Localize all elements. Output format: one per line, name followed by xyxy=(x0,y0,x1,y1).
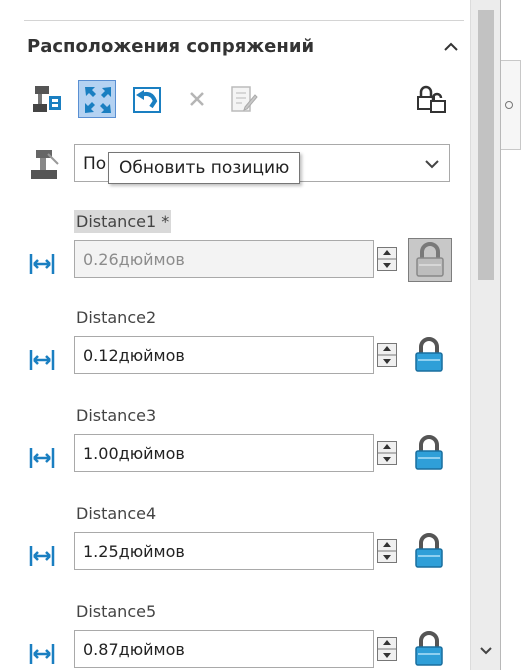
value-spinner[interactable] xyxy=(377,247,397,271)
vertical-scrollbar[interactable] xyxy=(470,0,500,670)
mate-positions-panel: Расположения сопряжений По Обновить пози… xyxy=(0,0,470,670)
value-spinner[interactable] xyxy=(377,441,397,465)
lock-button[interactable] xyxy=(408,432,452,476)
lock-icon xyxy=(415,533,443,568)
mate-distance5: Distance5 0.87дюймов xyxy=(28,600,468,670)
lock-icon xyxy=(415,435,443,470)
update-position-icon xyxy=(85,87,111,113)
edit-icon xyxy=(231,86,258,112)
value-spinner[interactable] xyxy=(377,343,397,367)
delete-icon xyxy=(190,92,204,106)
delete-button[interactable] xyxy=(178,80,216,118)
group-title: Расположения сопряжений xyxy=(27,36,315,57)
top-divider xyxy=(24,20,464,21)
undo-icon xyxy=(133,87,161,113)
mode-select-value: По xyxy=(83,154,107,174)
collapse-panel-handle[interactable] xyxy=(501,60,521,150)
side-panel-strip xyxy=(500,0,521,670)
handle-dot-icon xyxy=(505,101,513,109)
mate-label[interactable]: Distance2 xyxy=(74,306,158,329)
distance-input[interactable]: 0.26дюймов xyxy=(74,240,374,278)
edit-button[interactable] xyxy=(224,80,262,118)
value-spinner[interactable] xyxy=(377,637,397,661)
unlock-all-button[interactable] xyxy=(412,80,450,118)
distance-value: 0.12дюймов xyxy=(83,346,185,365)
lock-icon xyxy=(415,631,443,666)
distance-input[interactable]: 0.12дюймов xyxy=(74,336,374,374)
distance-icon xyxy=(28,542,56,570)
update-position-button[interactable] xyxy=(78,80,116,118)
lock-icon xyxy=(415,337,443,372)
distance-value: 0.87дюймов xyxy=(83,640,185,659)
mate-label[interactable]: Distance5 xyxy=(74,600,158,623)
lock-button[interactable] xyxy=(408,628,452,670)
mate-distance2: Distance2 0.12дюймов xyxy=(28,306,468,396)
tooltip: Обновить позицию xyxy=(108,152,301,184)
mate-distance1: Distance1 * 0.26дюймов xyxy=(28,210,468,300)
distance-input[interactable]: 0.87дюймов xyxy=(74,630,374,668)
update-mate-button[interactable] xyxy=(28,80,66,118)
value-spinner[interactable] xyxy=(377,539,397,563)
chevron-down-icon xyxy=(423,155,441,177)
chevron-down-icon[interactable] xyxy=(477,642,495,664)
unlock-all-icon xyxy=(417,85,446,113)
distance-icon xyxy=(28,346,56,374)
mate-distance3: Distance3 1.00дюймов xyxy=(28,404,468,494)
toolbar xyxy=(28,80,468,120)
update-mate-icon xyxy=(33,86,61,112)
chevron-up-icon[interactable] xyxy=(440,36,462,58)
mate-distance4: Distance4 1.25дюймов xyxy=(28,502,468,592)
undo-button[interactable] xyxy=(128,80,166,118)
distance-value: 1.00дюймов xyxy=(83,444,185,463)
distance-value: 1.25дюймов xyxy=(83,542,185,561)
mate-icon xyxy=(28,148,62,182)
lock-button[interactable] xyxy=(408,530,452,574)
distance-value: 0.26дюймов xyxy=(83,250,185,269)
lock-button[interactable] xyxy=(408,334,452,378)
distance-icon xyxy=(28,640,56,668)
distance-input[interactable]: 1.00дюймов xyxy=(74,434,374,472)
lock-button[interactable] xyxy=(408,238,452,282)
lock-icon xyxy=(416,242,444,277)
distance-icon xyxy=(28,250,56,278)
scroll-thumb[interactable] xyxy=(478,10,494,280)
mate-label[interactable]: Distance4 xyxy=(74,502,158,525)
distance-icon xyxy=(28,444,56,472)
distance-input[interactable]: 1.25дюймов xyxy=(74,532,374,570)
mate-label[interactable]: Distance3 xyxy=(74,404,158,427)
mate-label[interactable]: Distance1 * xyxy=(74,210,172,233)
